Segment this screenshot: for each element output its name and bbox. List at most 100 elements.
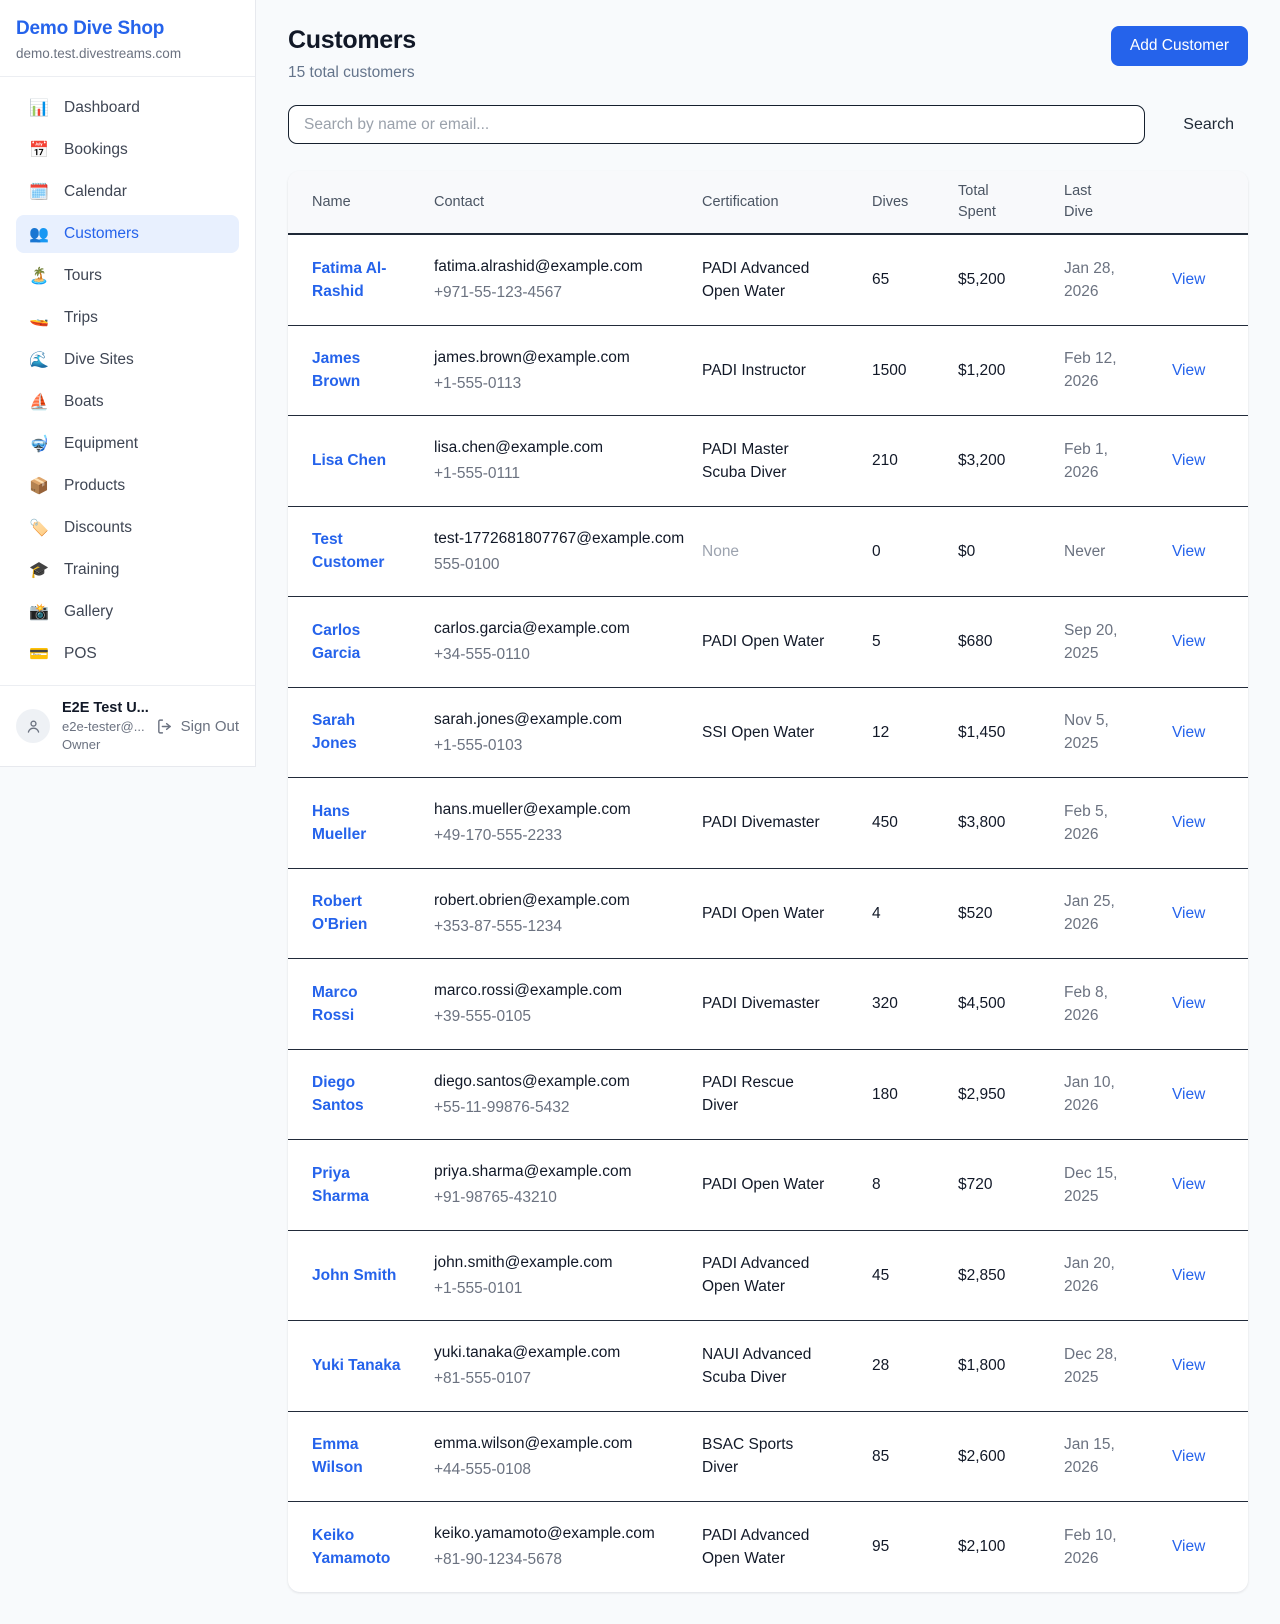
- user-section: E2E Test U... e2e-tester@... Owner Sign …: [0, 685, 255, 766]
- calendar-date-icon: 📅: [29, 140, 49, 160]
- customer-certification: PADI Divemaster: [702, 959, 872, 1050]
- search-button[interactable]: Search: [1169, 116, 1248, 134]
- view-link[interactable]: View: [1172, 905, 1205, 922]
- table-row: Lisa Chenlisa.chen@example.com+1-555-011…: [288, 416, 1248, 507]
- customer-last-dive: Jan 25, 2026: [1064, 868, 1172, 959]
- sidebar-item-boats[interactable]: ⛵Boats: [16, 383, 239, 421]
- sidebar-item-dive-sites[interactable]: 🌊Dive Sites: [16, 341, 239, 379]
- customer-dives: 8: [872, 1140, 958, 1231]
- customer-name-link[interactable]: Lisa Chen: [312, 452, 386, 469]
- customer-name-link[interactable]: Sarah Jones: [312, 712, 357, 752]
- sidebar-item-label: Training: [64, 561, 119, 579]
- table-row: James Brownjames.brown@example.com+1-555…: [288, 325, 1248, 416]
- customer-contact-cell: yuki.tanaka@example.com+81-555-0107: [434, 1321, 702, 1412]
- customer-total-spent: $680: [958, 597, 1064, 688]
- customer-name-link[interactable]: Keiko Yamamoto: [312, 1527, 390, 1567]
- sidebar-item-discounts[interactable]: 🏷️Discounts: [16, 509, 239, 547]
- sidebar-item-trips[interactable]: 🚤Trips: [16, 299, 239, 337]
- graduation-cap-icon: 🎓: [29, 560, 49, 580]
- customer-name-link[interactable]: Hans Mueller: [312, 803, 366, 843]
- column-header: Name: [288, 171, 434, 234]
- view-link[interactable]: View: [1172, 271, 1205, 288]
- table-row: Marco Rossimarco.rossi@example.com+39-55…: [288, 959, 1248, 1050]
- table-row: Carlos Garciacarlos.garcia@example.com+3…: [288, 597, 1248, 688]
- customer-name-link[interactable]: James Brown: [312, 350, 360, 390]
- customer-name-link[interactable]: John Smith: [312, 1267, 396, 1284]
- table-row: Priya Sharmapriya.sharma@example.com+91-…: [288, 1140, 1248, 1231]
- view-link[interactable]: View: [1172, 1086, 1205, 1103]
- customer-total-spent: $2,850: [958, 1230, 1064, 1321]
- view-link[interactable]: View: [1172, 1357, 1205, 1374]
- customer-email: sarah.jones@example.com: [434, 708, 686, 731]
- customer-dives: 320: [872, 959, 958, 1050]
- customer-certification: SSI Open Water: [702, 687, 872, 778]
- sidebar-item-training[interactable]: 🎓 Training: [16, 551, 239, 589]
- add-customer-button[interactable]: Add Customer: [1111, 26, 1248, 66]
- view-link[interactable]: View: [1172, 814, 1205, 831]
- wave-icon: 🌊: [29, 350, 49, 370]
- customer-name-link[interactable]: Carlos Garcia: [312, 622, 360, 662]
- sidebar-item-calendar[interactable]: 🗓️Calendar: [16, 173, 239, 211]
- view-link[interactable]: View: [1172, 633, 1205, 650]
- package-icon: 📦: [29, 476, 49, 496]
- search-input[interactable]: [288, 105, 1145, 144]
- avatar: [16, 709, 50, 743]
- sidebar-item-gallery[interactable]: 📸Gallery: [16, 593, 239, 631]
- view-link[interactable]: View: [1172, 543, 1205, 560]
- customer-last-dive: Nov 5, 2025: [1064, 687, 1172, 778]
- customer-last-dive: Jan 20, 2026: [1064, 1230, 1172, 1321]
- sidebar: Demo Dive Shop demo.test.divestreams.com…: [0, 0, 256, 767]
- sign-out-button[interactable]: Sign Out: [156, 718, 239, 735]
- view-link[interactable]: View: [1172, 1448, 1205, 1465]
- sidebar-header: Demo Dive Shop demo.test.divestreams.com: [0, 0, 255, 77]
- customer-name-link[interactable]: Robert O'Brien: [312, 893, 367, 933]
- logout-icon: [156, 718, 173, 735]
- customer-name-link[interactable]: Yuki Tanaka: [312, 1357, 400, 1374]
- customer-last-dive: Sep 20, 2025: [1064, 597, 1172, 688]
- customer-total-spent: $2,950: [958, 1049, 1064, 1140]
- page-title: Customers: [288, 26, 416, 55]
- view-link[interactable]: View: [1172, 1538, 1205, 1555]
- customers-table: NameContactCertificationDivesTotal Spent…: [288, 171, 1248, 1592]
- view-link[interactable]: View: [1172, 995, 1205, 1012]
- customer-phone: +353-87-555-1234: [434, 915, 686, 938]
- customer-table-body: Fatima Al-Rashidfatima.alrashid@example.…: [288, 234, 1248, 1592]
- customer-name-link[interactable]: Emma Wilson: [312, 1436, 363, 1476]
- customer-certification: None: [702, 506, 872, 597]
- customer-dives: 95: [872, 1502, 958, 1592]
- sidebar-item-label: Bookings: [64, 141, 128, 159]
- customer-name-link[interactable]: Priya Sharma: [312, 1165, 369, 1205]
- people-icon: 👥: [29, 224, 49, 244]
- view-link[interactable]: View: [1172, 362, 1205, 379]
- customer-name-link[interactable]: Diego Santos: [312, 1074, 364, 1114]
- sidebar-item-pos[interactable]: 💳POS: [16, 635, 239, 673]
- customer-last-dive: Feb 10, 2026: [1064, 1502, 1172, 1592]
- sidebar-item-products[interactable]: 📦Products: [16, 467, 239, 505]
- customer-total-spent: $4,500: [958, 959, 1064, 1050]
- customer-name-link[interactable]: Fatima Al-Rashid: [312, 260, 386, 300]
- sidebar-item-customers[interactable]: 👥Customers: [16, 215, 239, 253]
- customer-phone: +34-555-0110: [434, 643, 686, 666]
- customer-email: marco.rossi@example.com: [434, 979, 686, 1002]
- table-row: Hans Muellerhans.mueller@example.com+49-…: [288, 778, 1248, 869]
- view-link[interactable]: View: [1172, 1267, 1205, 1284]
- sidebar-item-equipment[interactable]: 🤿Equipment: [16, 425, 239, 463]
- customer-email: john.smith@example.com: [434, 1251, 686, 1274]
- sidebar-item-dashboard[interactable]: 📊Dashboard: [16, 89, 239, 127]
- customer-last-dive: Jan 10, 2026: [1064, 1049, 1172, 1140]
- customer-name-link[interactable]: Marco Rossi: [312, 984, 358, 1024]
- column-header: Dives: [872, 171, 958, 234]
- spiral-calendar-icon: 🗓️: [29, 182, 49, 202]
- view-link[interactable]: View: [1172, 452, 1205, 469]
- column-header: Last Dive: [1064, 171, 1172, 234]
- sidebar-item-tours[interactable]: 🏝️Tours: [16, 257, 239, 295]
- customer-phone: +1-555-0111: [434, 462, 686, 485]
- sidebar-item-bookings[interactable]: 📅 Bookings: [16, 131, 239, 169]
- customer-email: keiko.yamamoto@example.com: [434, 1522, 686, 1545]
- view-link[interactable]: View: [1172, 1176, 1205, 1193]
- label-tag-icon: 🏷️: [29, 518, 49, 538]
- customer-name-link[interactable]: Test Customer: [312, 531, 384, 571]
- customer-email: hans.mueller@example.com: [434, 798, 686, 821]
- sign-out-label: Sign Out: [181, 718, 239, 735]
- view-link[interactable]: View: [1172, 724, 1205, 741]
